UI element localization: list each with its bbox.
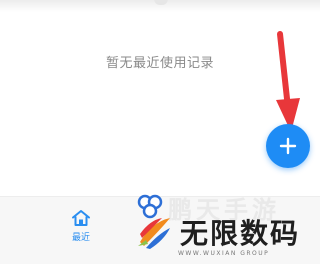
home-icon — [72, 210, 90, 226]
watermark-main-text: 无限数码 — [180, 217, 301, 250]
add-button[interactable] — [266, 124, 310, 168]
watermark-main: 无限数码 — [136, 212, 300, 252]
watermark-sub-text: WWW.WUXIAN GROUP — [178, 250, 270, 257]
plus-icon — [279, 137, 297, 155]
nav-item-recent[interactable]: 最近 — [56, 209, 106, 253]
nav-item-label: 最近 — [71, 233, 90, 243]
wuxian-logo-icon — [138, 218, 170, 249]
